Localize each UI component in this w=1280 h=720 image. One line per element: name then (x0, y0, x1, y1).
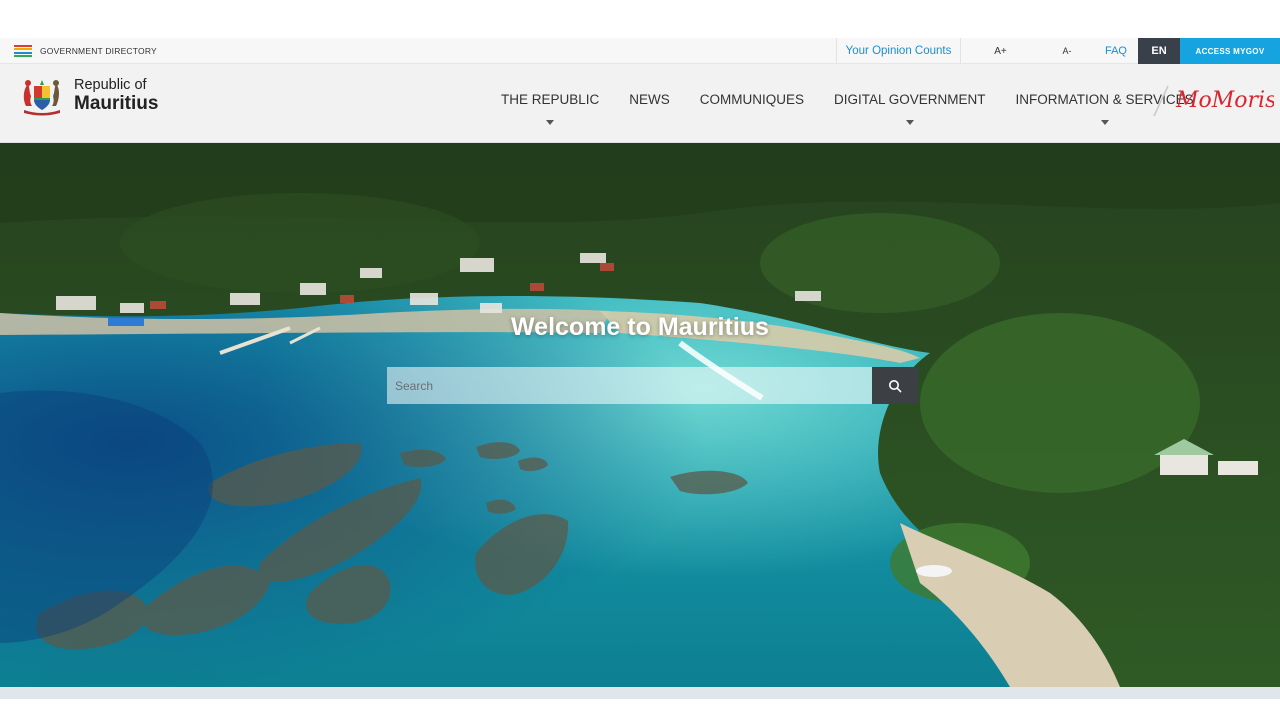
hero-section: Welcome to Mauritius (0, 143, 1280, 687)
nav-item-label: THE REPUBLIC (501, 92, 600, 107)
hero-search (387, 367, 918, 404)
nav-item-news[interactable]: NEWS (614, 64, 685, 143)
chevron-down-icon (546, 120, 555, 125)
search-button[interactable] (872, 367, 918, 404)
divider-slash (1153, 85, 1169, 117)
chevron-down-icon (905, 120, 914, 125)
font-increase-button[interactable]: A+ (960, 38, 1040, 64)
chevron-down-icon (1100, 120, 1109, 125)
utility-links: Your Opinion Counts A+ A- FAQ EN ACCESS … (836, 38, 1280, 64)
nav-item-communiques[interactable]: COMMUNIQUES (685, 64, 819, 143)
nav-item-label: COMMUNIQUES (699, 92, 805, 107)
nav-item-label: DIGITAL GOVERNMENT (834, 92, 986, 107)
your-opinion-counts-link[interactable]: Your Opinion Counts (836, 38, 960, 64)
access-mygov-button[interactable]: ACCESS MYGOV (1180, 38, 1280, 64)
search-input[interactable] (387, 367, 872, 404)
government-directory-label: GOVERNMENT DIRECTORY (40, 46, 157, 56)
section-divider (0, 687, 1280, 699)
nav-item-label: NEWS (629, 92, 670, 107)
language-selector[interactable]: EN (1138, 38, 1180, 64)
government-directory-button[interactable]: GOVERNMENT DIRECTORY (14, 38, 157, 64)
site-logo[interactable]: Republic of Mauritius (18, 76, 158, 116)
utility-bar: GOVERNMENT DIRECTORY Your Opinion Counts… (0, 38, 1280, 64)
search-icon (889, 379, 902, 392)
hero-background-image (0, 143, 1280, 687)
brand-title: Mauritius (74, 92, 159, 114)
coat-of-arms-icon (23, 80, 60, 116)
momoris-logo[interactable]: MoMoris (1150, 78, 1274, 126)
faq-link[interactable]: FAQ (1094, 38, 1138, 64)
hamburger-menu-icon (14, 45, 32, 57)
main-header: Republic of Mauritius THE REPUBLIC NEWS … (0, 64, 1280, 143)
momoris-logo-text: MoMoris (1175, 88, 1274, 113)
main-navigation: THE REPUBLIC NEWS COMMUNIQUES DIGITAL GO… (486, 64, 1209, 143)
brand-subtitle: Republic of (74, 77, 147, 94)
font-decrease-button[interactable]: A- (1040, 38, 1094, 64)
hero-title: Welcome to Mauritius (511, 313, 769, 341)
nav-item-the-republic[interactable]: THE REPUBLIC (486, 64, 614, 143)
nav-item-digital-government[interactable]: DIGITAL GOVERNMENT (819, 64, 1001, 143)
